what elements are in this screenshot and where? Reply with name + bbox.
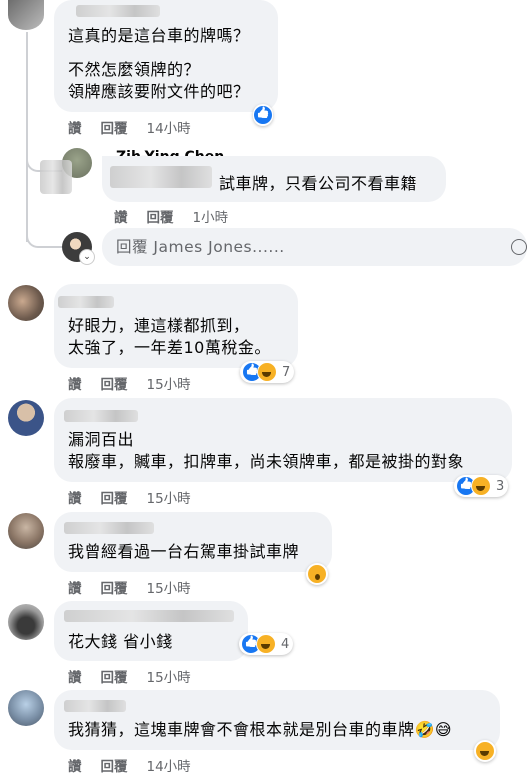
comment-actions: 讚 回覆 15小時 bbox=[68, 666, 210, 686]
reply-button[interactable]: 回覆 bbox=[101, 121, 128, 137]
emoji-icon[interactable] bbox=[511, 239, 527, 255]
author-name[interactable] bbox=[64, 522, 154, 534]
comment-actions: 讚 回覆 15小時 bbox=[68, 577, 210, 597]
comment-text: 太強了，一年差10萬稅金。 bbox=[68, 338, 271, 357]
reaction-summary[interactable]: 3 bbox=[454, 475, 509, 497]
comment-text: 花大錢 省小錢 bbox=[68, 632, 173, 651]
avatar[interactable] bbox=[8, 513, 44, 549]
reaction-summary[interactable]: 4 bbox=[239, 633, 294, 655]
comment-text: 報廢車，贓車，扣牌車，尚未領牌車，都是被掛的對象 bbox=[68, 452, 465, 471]
reply-button[interactable]: 回覆 bbox=[101, 670, 128, 686]
timestamp[interactable]: 1小時 bbox=[193, 210, 229, 226]
comment-text: 漏洞百出 bbox=[68, 430, 135, 449]
comment-text: 試車牌，只看公司不看車籍 bbox=[219, 174, 418, 193]
comment-text: 好眼力，連這樣都抓到， bbox=[68, 316, 250, 335]
like-button[interactable]: 讚 bbox=[68, 581, 82, 597]
timestamp[interactable]: 15小時 bbox=[147, 377, 191, 393]
chevron-down-icon[interactable]: ⌄ bbox=[80, 250, 94, 264]
like-button[interactable]: 讚 bbox=[68, 491, 82, 507]
avatar[interactable] bbox=[8, 285, 44, 321]
comment-actions: 讚 回覆 14小時 bbox=[68, 117, 210, 137]
reply-button[interactable]: 回覆 bbox=[147, 210, 174, 226]
reaction-summary[interactable] bbox=[253, 104, 273, 126]
avatar[interactable] bbox=[8, 0, 44, 30]
reaction-count: 3 bbox=[496, 478, 505, 494]
author-name[interactable] bbox=[64, 700, 126, 712]
thread-line bbox=[26, 32, 28, 242]
like-button[interactable]: 讚 bbox=[68, 670, 82, 686]
timestamp[interactable]: 15小時 bbox=[147, 581, 191, 597]
like-icon bbox=[253, 105, 273, 125]
comment-actions: 讚 回覆 15小時 bbox=[68, 487, 210, 507]
avatar[interactable] bbox=[8, 400, 44, 436]
comment-text: 不然怎麼領牌的？ bbox=[68, 60, 201, 79]
haha-icon bbox=[256, 634, 276, 654]
comment-text: 我曾經看過一台右駕車掛試車牌 bbox=[68, 542, 300, 561]
author-name[interactable] bbox=[76, 5, 160, 17]
comment-text: 領牌應該要附文件的吧？ bbox=[68, 82, 250, 101]
haha-icon bbox=[475, 741, 495, 761]
blurred-mention bbox=[40, 160, 72, 194]
reply-button[interactable]: 回覆 bbox=[101, 581, 128, 597]
reaction-count: 7 bbox=[282, 364, 291, 380]
author-name[interactable] bbox=[64, 610, 234, 622]
reaction-count: 4 bbox=[281, 636, 290, 652]
thread-line bbox=[26, 226, 62, 248]
author-name[interactable] bbox=[58, 296, 114, 308]
reply-button[interactable]: 回覆 bbox=[101, 491, 128, 507]
reaction-summary[interactable] bbox=[306, 563, 328, 585]
comment-actions: 讚 回覆 1小時 bbox=[114, 206, 247, 226]
reaction-summary[interactable]: 7 bbox=[240, 361, 295, 383]
timestamp[interactable]: 14小時 bbox=[147, 121, 191, 137]
comment-text: 我猜猜，這塊車牌會不會根本就是別台車的車牌🤣😅 bbox=[68, 720, 453, 739]
comment-actions: 讚回覆 14小時 bbox=[68, 755, 210, 775]
reply-button[interactable]: 回覆 bbox=[101, 377, 128, 393]
reaction-summary[interactable] bbox=[474, 740, 496, 762]
avatar[interactable] bbox=[8, 690, 44, 726]
timestamp[interactable]: 15小時 bbox=[147, 491, 191, 507]
comment-actions: 讚 回覆 15小時 bbox=[68, 373, 210, 393]
wow-icon bbox=[307, 564, 327, 584]
like-button[interactable]: 讚 bbox=[68, 121, 82, 137]
timestamp[interactable]: 15小時 bbox=[147, 670, 191, 686]
haha-icon bbox=[257, 362, 277, 382]
avatar[interactable] bbox=[8, 604, 44, 640]
comment-text: 這真的是這台車的牌嗎？ bbox=[68, 26, 250, 45]
author-name-partial[interactable]: Zih-Ying Chen bbox=[116, 146, 224, 156]
author-name[interactable] bbox=[64, 410, 138, 422]
author-name[interactable] bbox=[110, 166, 212, 188]
like-button[interactable]: 讚 bbox=[68, 377, 82, 393]
reply-input-placeholder[interactable]: 回覆 James Jones...... bbox=[116, 235, 285, 259]
haha-icon bbox=[471, 476, 491, 496]
like-button[interactable]: 讚 bbox=[114, 210, 128, 226]
